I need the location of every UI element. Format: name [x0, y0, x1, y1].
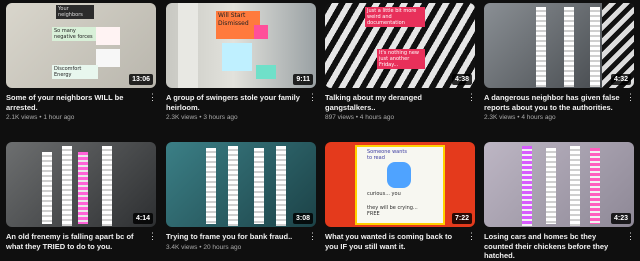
- video-card[interactable]: Will Start Dismissed 9:11 A group of swi…: [166, 3, 317, 122]
- thumb-note: Someone wants to read: [367, 149, 407, 161]
- video-duration: 4:14: [132, 213, 153, 224]
- video-duration: 4:32: [610, 74, 631, 85]
- thumb-note: they will be crying... FREE: [367, 205, 418, 217]
- upload-age: 3 hours ago: [203, 114, 238, 121]
- thumb-note: Discomfort Energy: [52, 65, 98, 79]
- upload-age: 20 hours ago: [203, 243, 242, 251]
- video-title[interactable]: Losing cars and homes bc they counted th…: [484, 232, 620, 261]
- thumb-note: Just a little bit more weird and documen…: [365, 7, 425, 27]
- view-count: 897 views: [325, 114, 354, 121]
- more-options-icon[interactable]: ⋮: [467, 232, 476, 241]
- video-duration: 7:22: [451, 213, 472, 224]
- upload-age: 4 hours ago: [521, 114, 556, 121]
- video-thumbnail[interactable]: 3:08: [166, 142, 316, 227]
- more-options-icon[interactable]: ⋮: [148, 232, 157, 241]
- video-card[interactable]: 4:32 A dangerous neighbor has given fals…: [484, 3, 635, 122]
- more-options-icon[interactable]: ⋮: [626, 93, 635, 102]
- video-title[interactable]: What you wanted is coming back to you IF…: [325, 232, 461, 251]
- upload-age: 1 hour ago: [43, 114, 75, 121]
- thumb-note: Your neighbors: [56, 5, 94, 19]
- view-count: 2.3K views: [166, 114, 198, 121]
- video-thumbnail[interactable]: Someone wants to read curious... you the…: [325, 142, 475, 227]
- upload-age: 4 hours ago: [359, 114, 395, 121]
- video-title[interactable]: Talking about my deranged gangstalkers..: [325, 93, 461, 112]
- more-options-icon[interactable]: ⋮: [308, 232, 317, 241]
- video-card[interactable]: 4:23 Losing cars and homes bc they count…: [484, 142, 635, 261]
- video-thumbnail[interactable]: 4:14: [6, 142, 156, 227]
- video-duration: 4:38: [451, 74, 472, 85]
- video-meta: 2.3K views • 3 hours ago: [166, 114, 238, 121]
- video-meta: 2.1K views • 1 hour ago: [6, 114, 75, 121]
- video-duration: 13:06: [129, 74, 153, 85]
- view-count: 3.4K views: [166, 243, 198, 251]
- view-count: 2.3K views: [484, 114, 516, 121]
- video-card[interactable]: Just a little bit more weird and documen…: [325, 3, 476, 122]
- more-options-icon[interactable]: ⋮: [467, 93, 476, 102]
- video-title[interactable]: An old frenemy is falling apart bc of wh…: [6, 232, 142, 251]
- thumb-note: It's nothing new just another Friday...: [377, 49, 425, 69]
- video-thumbnail[interactable]: Your neighbors So many negative forces D…: [6, 3, 156, 88]
- video-meta: 897 views • 4 hours ago: [325, 114, 395, 121]
- video-title[interactable]: Some of your neighbors WILL be arrested.: [6, 93, 142, 112]
- video-thumbnail[interactable]: 4:23: [484, 142, 634, 227]
- video-title[interactable]: Trying to frame you for bank fraud..: [166, 232, 302, 242]
- more-options-icon[interactable]: ⋮: [626, 232, 635, 241]
- view-count: 2.1K views: [6, 114, 38, 121]
- more-options-icon[interactable]: ⋮: [148, 93, 157, 102]
- video-meta: 3.4K views • 20 hours ago: [166, 243, 242, 251]
- video-title[interactable]: A dangerous neighbor has given false rep…: [484, 93, 620, 112]
- video-duration: 3:08: [292, 213, 313, 224]
- more-options-icon[interactable]: ⋮: [308, 93, 317, 102]
- thumb-note: So many negative forces: [52, 27, 96, 41]
- thumb-note: curious... you: [367, 191, 401, 197]
- video-title[interactable]: A group of swingers stole your family he…: [166, 93, 302, 112]
- video-thumbnail[interactable]: 4:32: [484, 3, 634, 88]
- video-card[interactable]: Someone wants to read curious... you the…: [325, 142, 476, 251]
- video-meta: 2.3K views • 4 hours ago: [484, 114, 556, 121]
- video-grid: Your neighbors So many negative forces D…: [0, 0, 640, 260]
- video-card[interactable]: Your neighbors So many negative forces D…: [6, 3, 157, 122]
- video-duration: 9:11: [293, 74, 313, 85]
- video-thumbnail[interactable]: Will Start Dismissed 9:11: [166, 3, 316, 88]
- video-card[interactable]: 3:08 Trying to frame you for bank fraud.…: [166, 142, 317, 252]
- video-duration: 4:23: [610, 213, 631, 224]
- video-thumbnail[interactable]: Just a little bit more weird and documen…: [325, 3, 475, 88]
- video-card[interactable]: 4:14 An old frenemy is falling apart bc …: [6, 142, 157, 251]
